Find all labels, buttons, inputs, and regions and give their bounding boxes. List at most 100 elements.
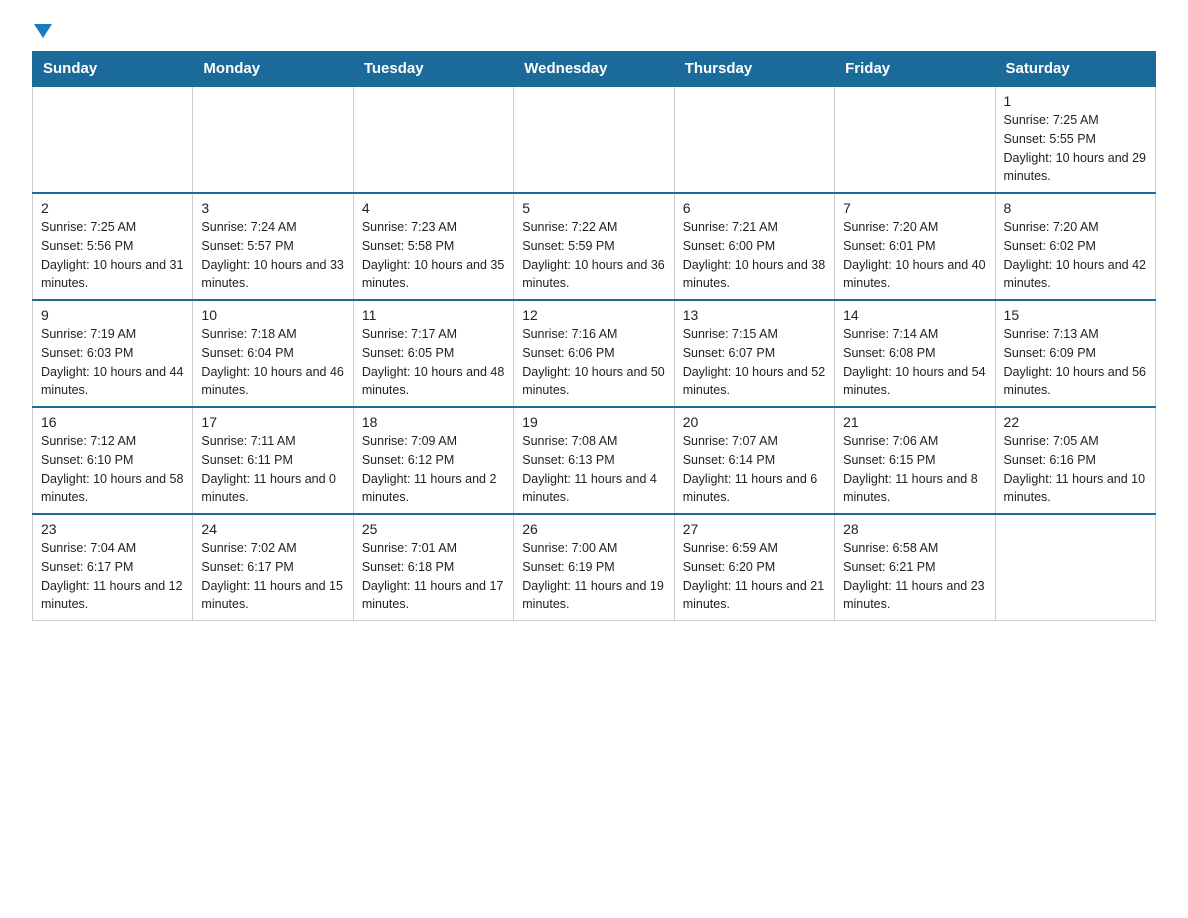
- day-number: 3: [201, 200, 344, 216]
- day-info: Sunrise: 6:58 AMSunset: 6:21 PMDaylight:…: [843, 539, 986, 614]
- calendar-cell: 13 Sunrise: 7:15 AMSunset: 6:07 PMDayligh…: [674, 300, 834, 407]
- day-info: Sunrise: 7:05 AMSunset: 6:16 PMDaylight:…: [1004, 432, 1147, 507]
- calendar-cell: 10 Sunrise: 7:18 AMSunset: 6:04 PMDayligh…: [193, 300, 353, 407]
- day-info: Sunrise: 7:20 AMSunset: 6:01 PMDaylight:…: [843, 218, 986, 293]
- calendar-cell: 25 Sunrise: 7:01 AMSunset: 6:18 PMDayligh…: [353, 514, 513, 621]
- calendar-cell: [193, 86, 353, 193]
- column-header-monday: Monday: [193, 52, 353, 87]
- calendar-cell: 2 Sunrise: 7:25 AMSunset: 5:56 PMDaylight…: [33, 193, 193, 300]
- calendar-cell: 1Sunrise: 7:25 AMSunset: 5:55 PMDaylight…: [995, 86, 1155, 193]
- day-info: Sunrise: 7:25 AMSunset: 5:56 PMDaylight:…: [41, 218, 184, 293]
- calendar-cell: [353, 86, 513, 193]
- column-header-friday: Friday: [835, 52, 995, 87]
- day-number: 10: [201, 307, 344, 323]
- calendar-cell: 9 Sunrise: 7:19 AMSunset: 6:03 PMDaylight…: [33, 300, 193, 407]
- day-number: 24: [201, 521, 344, 537]
- calendar-cell: 15 Sunrise: 7:13 AMSunset: 6:09 PMDayligh…: [995, 300, 1155, 407]
- day-info: Sunrise: 7:21 AMSunset: 6:00 PMDaylight:…: [683, 218, 826, 293]
- calendar-cell: 5 Sunrise: 7:22 AMSunset: 5:59 PMDaylight…: [514, 193, 674, 300]
- column-header-saturday: Saturday: [995, 52, 1155, 87]
- logo-triangle-icon: [34, 24, 52, 38]
- day-number: 23: [41, 521, 184, 537]
- day-info: Sunrise: 7:23 AMSunset: 5:58 PMDaylight:…: [362, 218, 505, 293]
- calendar-cell: 16 Sunrise: 7:12 AMSunset: 6:10 PMDayligh…: [33, 407, 193, 514]
- day-number: 6: [683, 200, 826, 216]
- day-info: Sunrise: 7:13 AMSunset: 6:09 PMDaylight:…: [1004, 325, 1147, 400]
- day-info: Sunrise: 7:01 AMSunset: 6:18 PMDaylight:…: [362, 539, 505, 614]
- calendar-cell: [835, 86, 995, 193]
- day-number: 2: [41, 200, 184, 216]
- day-number: 7: [843, 200, 986, 216]
- day-number: 9: [41, 307, 184, 323]
- day-number: 25: [362, 521, 505, 537]
- day-number: 4: [362, 200, 505, 216]
- calendar-cell: 7 Sunrise: 7:20 AMSunset: 6:01 PMDaylight…: [835, 193, 995, 300]
- day-number: 28: [843, 521, 986, 537]
- day-info: Sunrise: 7:11 AMSunset: 6:11 PMDaylight:…: [201, 432, 344, 507]
- calendar-cell: 22 Sunrise: 7:05 AMSunset: 6:16 PMDayligh…: [995, 407, 1155, 514]
- day-number: 21: [843, 414, 986, 430]
- page-header: [32, 24, 1156, 35]
- day-info: Sunrise: 7:02 AMSunset: 6:17 PMDaylight:…: [201, 539, 344, 614]
- calendar-week-4: 16 Sunrise: 7:12 AMSunset: 6:10 PMDayligh…: [33, 407, 1156, 514]
- column-header-tuesday: Tuesday: [353, 52, 513, 87]
- calendar-cell: 20 Sunrise: 7:07 AMSunset: 6:14 PMDayligh…: [674, 407, 834, 514]
- calendar-cell: 27 Sunrise: 6:59 AMSunset: 6:20 PMDayligh…: [674, 514, 834, 621]
- calendar-cell: 3 Sunrise: 7:24 AMSunset: 5:57 PMDaylight…: [193, 193, 353, 300]
- day-info: Sunrise: 7:06 AMSunset: 6:15 PMDaylight:…: [843, 432, 986, 507]
- day-number: 12: [522, 307, 665, 323]
- day-number: 17: [201, 414, 344, 430]
- calendar-table: SundayMondayTuesdayWednesdayThursdayFrid…: [32, 51, 1156, 621]
- day-info: Sunrise: 7:07 AMSunset: 6:14 PMDaylight:…: [683, 432, 826, 507]
- day-info: Sunrise: 7:17 AMSunset: 6:05 PMDaylight:…: [362, 325, 505, 400]
- day-info: Sunrise: 7:08 AMSunset: 6:13 PMDaylight:…: [522, 432, 665, 507]
- calendar-cell: 24 Sunrise: 7:02 AMSunset: 6:17 PMDayligh…: [193, 514, 353, 621]
- day-info: Sunrise: 7:04 AMSunset: 6:17 PMDaylight:…: [41, 539, 184, 614]
- calendar-cell: [33, 86, 193, 193]
- day-number: 19: [522, 414, 665, 430]
- day-info: Sunrise: 7:20 AMSunset: 6:02 PMDaylight:…: [1004, 218, 1147, 293]
- calendar-cell: 28 Sunrise: 6:58 AMSunset: 6:21 PMDayligh…: [835, 514, 995, 621]
- day-number: 27: [683, 521, 826, 537]
- calendar-cell: 21 Sunrise: 7:06 AMSunset: 6:15 PMDayligh…: [835, 407, 995, 514]
- day-info: Sunrise: 7:19 AMSunset: 6:03 PMDaylight:…: [41, 325, 184, 400]
- calendar-cell: 18 Sunrise: 7:09 AMSunset: 6:12 PMDayligh…: [353, 407, 513, 514]
- day-info: Sunrise: 7:12 AMSunset: 6:10 PMDaylight:…: [41, 432, 184, 507]
- day-number: 18: [362, 414, 505, 430]
- calendar-header-row: SundayMondayTuesdayWednesdayThursdayFrid…: [33, 52, 1156, 87]
- day-info: Sunrise: 7:15 AMSunset: 6:07 PMDaylight:…: [683, 325, 826, 400]
- day-number: 15: [1004, 307, 1147, 323]
- calendar-cell: 23 Sunrise: 7:04 AMSunset: 6:17 PMDayligh…: [33, 514, 193, 621]
- day-info: Sunrise: 7:09 AMSunset: 6:12 PMDaylight:…: [362, 432, 505, 507]
- calendar-week-1: 1Sunrise: 7:25 AMSunset: 5:55 PMDaylight…: [33, 86, 1156, 193]
- day-number: 26: [522, 521, 665, 537]
- calendar-cell: 26Sunrise: 7:00 AMSunset: 6:19 PMDayligh…: [514, 514, 674, 621]
- day-number: 8: [1004, 200, 1147, 216]
- day-number: 11: [362, 307, 505, 323]
- day-info: Sunrise: 6:59 AMSunset: 6:20 PMDaylight:…: [683, 539, 826, 614]
- calendar-cell: 14Sunrise: 7:14 AMSunset: 6:08 PMDayligh…: [835, 300, 995, 407]
- calendar-cell: 6 Sunrise: 7:21 AMSunset: 6:00 PMDaylight…: [674, 193, 834, 300]
- day-info: Sunrise: 7:25 AMSunset: 5:55 PMDaylight:…: [1004, 111, 1147, 186]
- calendar-cell: 19 Sunrise: 7:08 AMSunset: 6:13 PMDayligh…: [514, 407, 674, 514]
- day-number: 5: [522, 200, 665, 216]
- day-number: 20: [683, 414, 826, 430]
- day-number: 16: [41, 414, 184, 430]
- column-header-wednesday: Wednesday: [514, 52, 674, 87]
- logo: [32, 24, 52, 35]
- column-header-thursday: Thursday: [674, 52, 834, 87]
- calendar-week-3: 9 Sunrise: 7:19 AMSunset: 6:03 PMDaylight…: [33, 300, 1156, 407]
- calendar-cell: [514, 86, 674, 193]
- calendar-week-2: 2 Sunrise: 7:25 AMSunset: 5:56 PMDaylight…: [33, 193, 1156, 300]
- calendar-week-5: 23 Sunrise: 7:04 AMSunset: 6:17 PMDayligh…: [33, 514, 1156, 621]
- calendar-cell: 11 Sunrise: 7:17 AMSunset: 6:05 PMDayligh…: [353, 300, 513, 407]
- day-info: Sunrise: 7:16 AMSunset: 6:06 PMDaylight:…: [522, 325, 665, 400]
- calendar-cell: [674, 86, 834, 193]
- day-info: Sunrise: 7:24 AMSunset: 5:57 PMDaylight:…: [201, 218, 344, 293]
- day-number: 13: [683, 307, 826, 323]
- day-info: Sunrise: 7:22 AMSunset: 5:59 PMDaylight:…: [522, 218, 665, 293]
- day-number: 22: [1004, 414, 1147, 430]
- day-info: Sunrise: 7:18 AMSunset: 6:04 PMDaylight:…: [201, 325, 344, 400]
- day-info: Sunrise: 7:14 AMSunset: 6:08 PMDaylight:…: [843, 325, 986, 400]
- calendar-cell: 4 Sunrise: 7:23 AMSunset: 5:58 PMDaylight…: [353, 193, 513, 300]
